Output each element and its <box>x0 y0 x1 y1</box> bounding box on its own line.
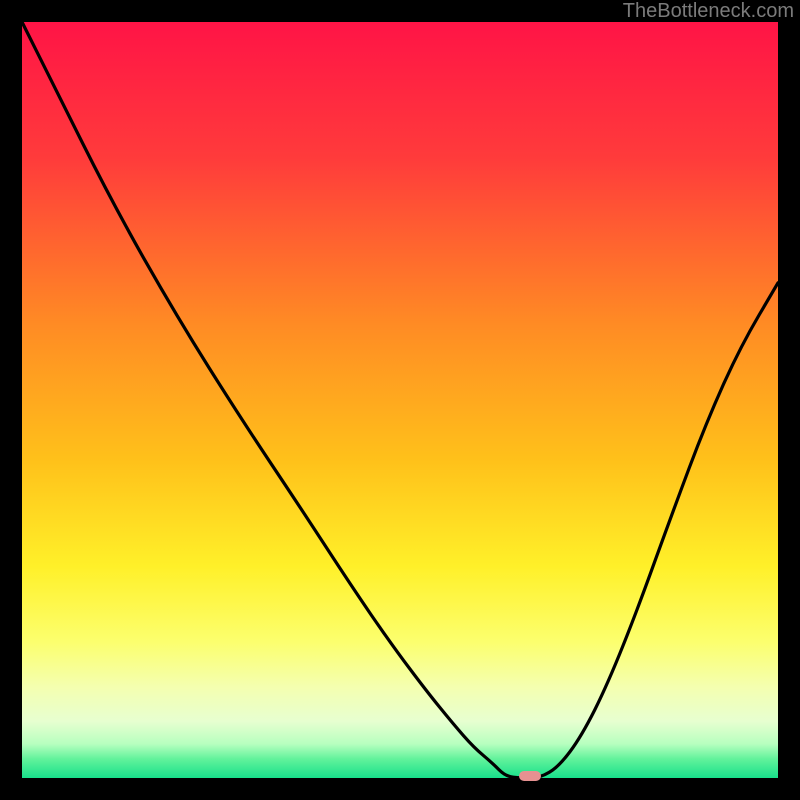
optimal-marker <box>519 771 541 781</box>
frame: TheBottleneck.com <box>0 0 800 800</box>
bottleneck-curve-svg <box>22 22 778 778</box>
source-credit: TheBottleneck.com <box>623 0 794 23</box>
bottleneck-curve <box>22 22 778 778</box>
